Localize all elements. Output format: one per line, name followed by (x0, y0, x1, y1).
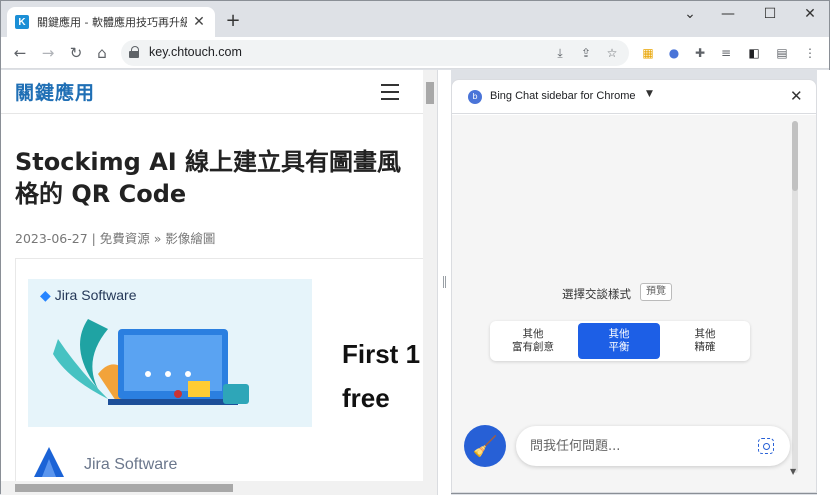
style-precise-button[interactable]: 其他 精確 (664, 323, 746, 359)
lock-icon[interactable] (129, 46, 139, 58)
jira-banner-image[interactable]: ◆ Jira Software (28, 279, 312, 427)
address-bar[interactable]: key.chtouch.com ⤓ ⇪ ☆ (121, 40, 629, 66)
ad-card[interactable]: ◆ Jira Software First 1 free Jira Softwa… (15, 258, 435, 495)
back-arrow-icon[interactable]: ← (9, 42, 31, 64)
sidebar-title[interactable]: Bing Chat sidebar for Chrome (490, 90, 636, 102)
caret-down-icon[interactable]: ▼ (646, 89, 653, 99)
window-right-edge (817, 70, 830, 495)
jira-logo-mark-icon (34, 447, 64, 477)
url-text[interactable]: key.chtouch.com (149, 45, 242, 59)
bing-chat-sidebar: b Bing Chat sidebar for Chrome ▼ ✕ 選擇交談樣… (451, 79, 817, 493)
vertical-scroll-thumb[interactable] (426, 82, 434, 104)
new-tab-button[interactable]: + (223, 11, 243, 31)
preview-badge: 預覽 (640, 283, 672, 301)
resize-grip-icon[interactable] (443, 276, 446, 288)
forward-arrow-icon[interactable]: → (37, 42, 59, 64)
ad-headline-line1: First 1 (342, 339, 421, 369)
ask-input[interactable] (530, 437, 750, 455)
reload-icon[interactable]: ↻ (65, 42, 87, 64)
split-divider[interactable] (437, 70, 451, 495)
site-favicon-icon: K (15, 15, 29, 29)
share-icon[interactable]: ⇪ (577, 44, 595, 62)
browser-tab[interactable]: K 關鍵應用 - 軟體應用技巧再升級 ✕ (7, 7, 215, 37)
menu-kebab-icon[interactable]: ⋮ (801, 44, 819, 62)
hamburger-menu-icon[interactable] (381, 84, 399, 100)
sidebar-scroll-thumb[interactable] (792, 121, 798, 191)
sidebar-header: b Bing Chat sidebar for Chrome ▼ ✕ (452, 80, 816, 114)
sidebar-body: 選擇交談樣式 預覽 其他 富有創意 其他 平衡 其他 精確 ▼ 🧹 (452, 115, 816, 492)
maximize-button[interactable]: ☐ (755, 5, 785, 25)
browser-window: K 關鍵應用 - 軟體應用技巧再升級 ✕ + ⌄ — ☐ ✕ ← → ↻ ⌂ k… (0, 0, 830, 495)
chat-input-box[interactable] (516, 426, 790, 466)
browser-toolbar: ← → ↻ ⌂ key.chtouch.com ⤓ ⇪ ☆ ▦ ● ✚ ≡ ◧ … (1, 37, 829, 69)
extension-puzzle-color-icon[interactable]: ▦ (639, 44, 657, 62)
style-precise-line2: 精確 (694, 341, 716, 353)
horizontal-scroll-thumb[interactable] (15, 484, 233, 492)
web-page: 關鍵應用 Stockimg AI 線上建立具有圖畫風格的 QR Code 202… (1, 70, 437, 495)
sidebar-scrollbar[interactable] (792, 121, 798, 473)
article-title: Stockimg AI 線上建立具有圖畫風格的 QR Code (15, 148, 402, 208)
conversation-style-selector: 其他 富有創意 其他 平衡 其他 精確 (490, 321, 750, 361)
minimize-button[interactable]: — (713, 5, 743, 25)
close-window-button[interactable]: ✕ (795, 5, 825, 25)
style-balanced-button[interactable]: 其他 平衡 (578, 323, 660, 359)
page-horizontal-scrollbar[interactable] (1, 481, 437, 495)
jira-illustration (53, 319, 249, 405)
style-balanced-line1: 其他 (608, 328, 630, 340)
article-meta[interactable]: 2023-06-27 | 免費資源 » 影像繪圖 (15, 228, 215, 247)
style-balanced-line2: 平衡 (608, 341, 630, 353)
site-logo[interactable]: 關鍵應用 (15, 78, 95, 105)
style-creative-button[interactable]: 其他 富有創意 (492, 323, 574, 359)
bing-chat-icon: b (468, 90, 482, 104)
side-panel-icon[interactable]: ◧ (745, 44, 763, 62)
reading-list-icon[interactable]: ≡ (717, 44, 735, 62)
tab-search-chevron-down-icon[interactable]: ⌄ (675, 5, 705, 25)
site-header: 關鍵應用 (1, 70, 423, 114)
title-bar: K 關鍵應用 - 軟體應用技巧再升級 ✕ + ⌄ — ☐ ✕ (1, 1, 829, 37)
bookmark-star-icon[interactable]: ☆ (603, 44, 621, 62)
home-icon[interactable]: ⌂ (91, 42, 113, 64)
page-vertical-scrollbar[interactable] (423, 70, 437, 481)
style-precise-line1: 其他 (694, 328, 716, 340)
style-creative-line1: 其他 (522, 328, 544, 340)
tab-title: 關鍵應用 - 軟體應用技巧再升級 (37, 16, 187, 29)
sidebar-close-icon[interactable]: ✕ (790, 87, 803, 105)
bing-extension-icon[interactable]: ● (665, 44, 683, 62)
ad-headline-line2: free (342, 383, 390, 413)
tab-close-icon[interactable]: ✕ (191, 14, 207, 30)
new-topic-broom-icon[interactable]: 🧹 (464, 425, 506, 467)
visual-search-icon[interactable] (758, 438, 774, 454)
style-creative-line2: 富有創意 (512, 341, 554, 353)
extensions-puzzle-icon[interactable]: ✚ (691, 44, 709, 62)
install-app-icon[interactable]: ⤓ (551, 44, 569, 62)
ad-product-name: Jira Software (84, 456, 178, 473)
conversation-style-label: 選擇交談樣式 (562, 287, 631, 301)
scroll-down-arrow-icon[interactable]: ▼ (790, 467, 796, 476)
profile-avatar-icon[interactable]: ▤ (773, 44, 791, 62)
